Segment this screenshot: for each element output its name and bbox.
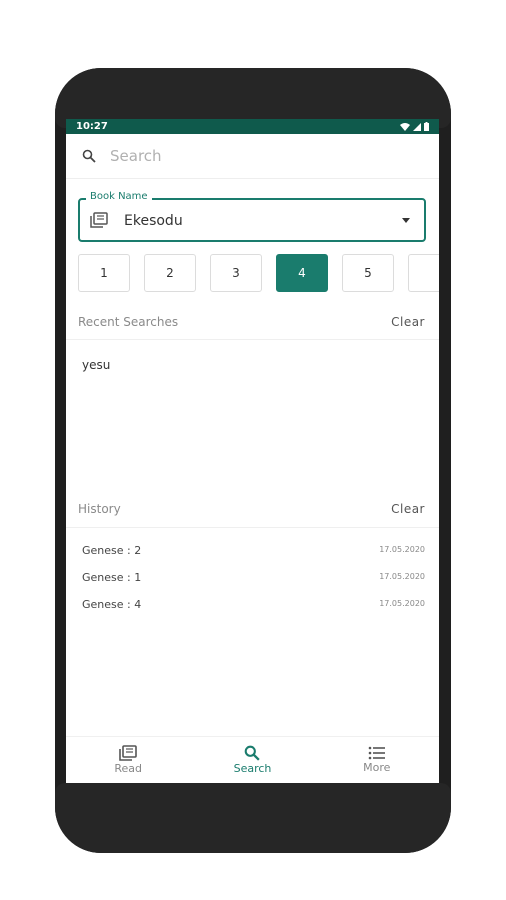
chevron-down-icon: [402, 218, 410, 223]
history-reference: Genese : 4: [82, 598, 142, 611]
chapter-selector: 1 2 3 4 5: [78, 254, 439, 292]
nav-item-search[interactable]: Search: [190, 737, 314, 783]
search-input[interactable]: [108, 146, 362, 166]
nav-label-read: Read: [114, 762, 142, 775]
history-date: 17.05.2020: [379, 599, 425, 608]
recent-searches-header: Recent Searches Clear: [78, 315, 425, 329]
divider: [66, 527, 439, 528]
chapter-button[interactable]: 3: [210, 254, 262, 292]
search-icon: [82, 149, 96, 163]
search-icon: [245, 745, 261, 761]
signal-icon: [413, 122, 421, 131]
history-row[interactable]: Genese : 1 17.05.2020: [82, 571, 425, 598]
book-name-value: Ekesodu: [124, 213, 183, 229]
search-bar[interactable]: [66, 134, 439, 179]
chapter-button-active[interactable]: 4: [276, 254, 328, 292]
history-row[interactable]: Genese : 4 17.05.2020: [82, 598, 425, 625]
book-icon: [119, 745, 137, 761]
chapter-button[interactable]: 2: [144, 254, 196, 292]
clear-recent-button[interactable]: Clear: [391, 315, 425, 329]
history-list: Genese : 2 17.05.2020 Genese : 1 17.05.2…: [82, 544, 425, 625]
nav-label-more: More: [363, 761, 391, 774]
history-date: 17.05.2020: [379, 572, 425, 581]
bottom-navigation: Read Search More: [66, 736, 439, 783]
library-books-icon: [90, 212, 108, 228]
history-reference: Genese : 1: [82, 571, 142, 584]
book-name-label: Book Name: [86, 191, 152, 202]
status-time: 10:27: [76, 121, 108, 132]
book-name-dropdown[interactable]: Book Name Ekesodu: [78, 191, 426, 242]
nav-item-read[interactable]: Read: [66, 737, 190, 783]
recent-search-item[interactable]: yesu: [82, 358, 110, 372]
clear-history-button[interactable]: Clear: [391, 502, 425, 516]
menu-icon: [368, 746, 385, 760]
chapter-button[interactable]: 1: [78, 254, 130, 292]
phone-bottom-bezel: [55, 783, 451, 853]
history-header: History Clear: [78, 502, 425, 516]
chapter-button[interactable]: 5: [342, 254, 394, 292]
recent-searches-title: Recent Searches: [78, 315, 179, 329]
app-screen: 10:27 Book Name Ekesodu 1 2 3 4 5: [66, 119, 439, 783]
divider: [66, 339, 439, 340]
history-reference: Genese : 2: [82, 544, 142, 557]
history-row[interactable]: Genese : 2 17.05.2020: [82, 544, 425, 571]
chapter-button-partial[interactable]: [408, 254, 439, 292]
history-date: 17.05.2020: [379, 545, 425, 554]
nav-label-search: Search: [233, 762, 272, 775]
wifi-icon: [400, 122, 410, 131]
status-bar: 10:27: [66, 119, 439, 134]
status-icons: [400, 122, 429, 131]
history-title: History: [78, 502, 121, 516]
nav-item-more[interactable]: More: [315, 737, 439, 783]
battery-icon: [424, 122, 429, 131]
